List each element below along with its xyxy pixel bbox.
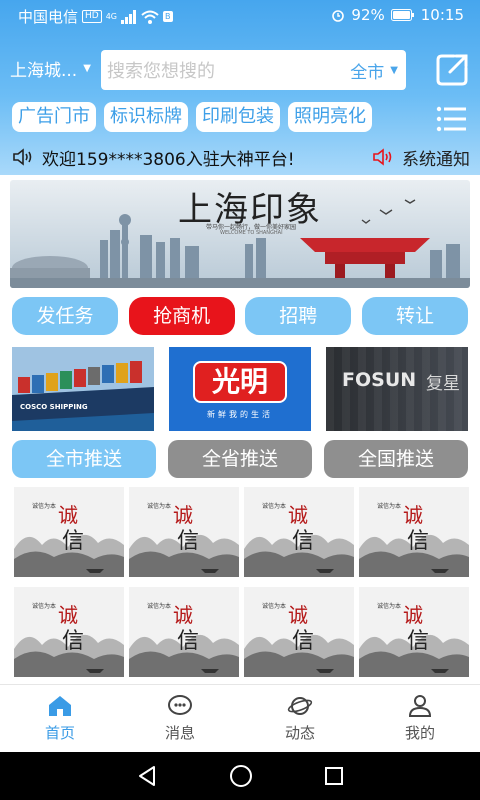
listing-tile[interactable]: 诚信为本诚信 — [14, 587, 124, 677]
tile-small-text: 诚信为本 — [147, 603, 172, 610]
push-city-button[interactable]: 全市推送 — [12, 440, 156, 478]
message-icon — [168, 695, 192, 715]
ad-bright-slogan: 新鲜我的生活 — [207, 410, 273, 419]
shipping-image — [12, 347, 154, 431]
city-label: 上海城... — [10, 61, 78, 81]
tile-small-text: 诚信为本 — [377, 603, 402, 610]
listing-tile[interactable]: 诚信为本诚信 — [359, 487, 469, 577]
system-notice-label: 系统通知 — [402, 149, 470, 170]
home-icon — [49, 696, 71, 716]
listing-grid: 诚信为本诚信 诚信为本诚信 诚信为本诚信 诚信为本诚信 诚信为本诚信 诚信为本诚… — [14, 487, 470, 677]
city-caret-icon: ▼ — [83, 63, 91, 74]
chip-advertising[interactable]: 广告门市 — [12, 102, 96, 132]
push-scope-buttons: 全市推送 全省推送 全国推送 — [12, 440, 468, 478]
tile-char-2: 信 — [62, 629, 85, 654]
ad-fosun-logo: FOSUN — [342, 369, 417, 391]
wifi-icon — [141, 10, 159, 24]
grab-opportunity-button[interactable]: 抢商机 — [128, 297, 235, 335]
battery-icon — [390, 9, 414, 21]
tab-activity-label: 动态 — [284, 724, 315, 742]
tab-messages-label: 消息 — [164, 724, 195, 742]
tile-char-2: 信 — [407, 529, 430, 554]
category-chips: 广告门市 标识标牌 印刷包装 照明亮化 — [12, 102, 372, 132]
tab-activity[interactable]: 动态 — [240, 685, 360, 752]
action-buttons: 发任务 抢商机 招聘 转让 — [12, 297, 468, 335]
menu-list-icon[interactable] — [436, 106, 466, 132]
recruit-button[interactable]: 招聘 — [245, 297, 352, 335]
listing-tile[interactable]: 诚信为本诚信 — [129, 487, 239, 577]
tab-profile[interactable]: 我的 — [360, 685, 480, 752]
chip-signage[interactable]: 标识标牌 — [104, 102, 188, 132]
tile-small-text: 诚信为本 — [147, 503, 172, 510]
city-selector[interactable]: 上海城... ▼ — [10, 56, 91, 81]
notice-bar: 欢迎159****3806入驻大神平台! 系统通知 — [12, 145, 470, 170]
ad-shipping-text: COSCO SHIPPING — [20, 403, 88, 411]
hd-badge: HD — [82, 10, 102, 23]
tile-small-text: 诚信为本 — [32, 503, 57, 510]
planet-icon — [287, 697, 313, 715]
back-icon[interactable] — [136, 765, 158, 787]
status-bar: 中国电信 HD 4G B 92% 10:15 — [0, 0, 480, 32]
tile-small-text: 诚信为本 — [262, 603, 287, 610]
ad-fosun-cn: 复星 — [426, 374, 460, 394]
network-badge: 4G — [105, 12, 118, 21]
tile-char-2: 信 — [177, 529, 200, 554]
tile-char-2: 信 — [407, 629, 430, 654]
ad-bright-logo: 光明 — [193, 361, 287, 403]
push-province-button[interactable]: 全省推送 — [168, 440, 312, 478]
system-speaker-icon — [373, 148, 392, 166]
tile-small-text: 诚信为本 — [262, 503, 287, 510]
tab-home[interactable]: 首页 — [0, 685, 120, 752]
listing-tile[interactable]: 诚信为本诚信 — [244, 587, 354, 677]
alarm-icon — [332, 10, 345, 22]
transfer-button[interactable]: 转让 — [361, 297, 468, 335]
tile-small-text: 诚信为本 — [32, 603, 57, 610]
ad-fosun[interactable]: FOSUN 复星 — [326, 347, 468, 431]
tab-messages[interactable]: 消息 — [120, 685, 240, 752]
listing-tile[interactable]: 诚信为本诚信 — [359, 587, 469, 677]
carrier-label: 中国电信 — [18, 8, 79, 26]
ad-row: COSCO SHIPPING 光明 新鲜我的生活 FOSUN 复星 — [12, 347, 468, 431]
signal-icon — [121, 9, 137, 24]
scope-caret-icon: ▼ — [390, 64, 398, 76]
notice-message: 欢迎159****3806入驻大神平台! — [42, 149, 295, 170]
listing-tile[interactable]: 诚信为本诚信 — [129, 587, 239, 677]
clock: 10:15 — [420, 6, 464, 24]
tab-profile-label: 我的 — [404, 724, 435, 742]
ad-shipping[interactable]: COSCO SHIPPING — [12, 347, 154, 431]
banner-carousel[interactable]: 上海印象 带马你一起畅行，做一你美好家园 WELCOME TO SHANGHAI — [10, 180, 470, 288]
search-scope-label[interactable]: 全市 — [350, 58, 384, 83]
search-bar[interactable]: 搜索您想搜的 全市 ▼ — [101, 50, 406, 90]
post-task-button[interactable]: 发任务 — [12, 297, 118, 335]
tab-home-label: 首页 — [44, 724, 75, 742]
recents-icon[interactable] — [324, 766, 344, 786]
chip-lighting[interactable]: 照明亮化 — [288, 102, 372, 132]
tile-char-2: 信 — [292, 529, 315, 554]
tile-char-2: 信 — [177, 629, 200, 654]
home-circle-icon[interactable] — [229, 764, 253, 788]
search-input[interactable]: 搜索您想搜的 — [107, 57, 350, 83]
listing-tile[interactable]: 诚信为本诚信 — [14, 487, 124, 577]
ad-bright-dairy[interactable]: 光明 新鲜我的生活 — [169, 347, 311, 431]
tile-char-2: 信 — [292, 629, 315, 654]
speaker-icon — [13, 148, 32, 166]
system-notice-button[interactable]: 系统通知 — [372, 145, 470, 170]
chip-printing[interactable]: 印刷包装 — [196, 102, 280, 132]
banner-tagline: WELCOME TO SHANGHAI — [220, 230, 283, 236]
tile-char-2: 信 — [62, 529, 85, 554]
profile-icon — [408, 695, 432, 717]
listing-tile[interactable]: 诚信为本诚信 — [244, 487, 354, 577]
share-icon[interactable] — [434, 52, 470, 88]
tile-small-text: 诚信为本 — [377, 503, 402, 510]
bottom-tab-bar: 首页 消息 动态 我的 — [0, 684, 480, 752]
app-badge: B — [163, 11, 173, 22]
push-national-button[interactable]: 全国推送 — [324, 440, 468, 478]
battery-percent: 92% — [351, 6, 385, 24]
system-navigation-bar — [0, 752, 480, 800]
